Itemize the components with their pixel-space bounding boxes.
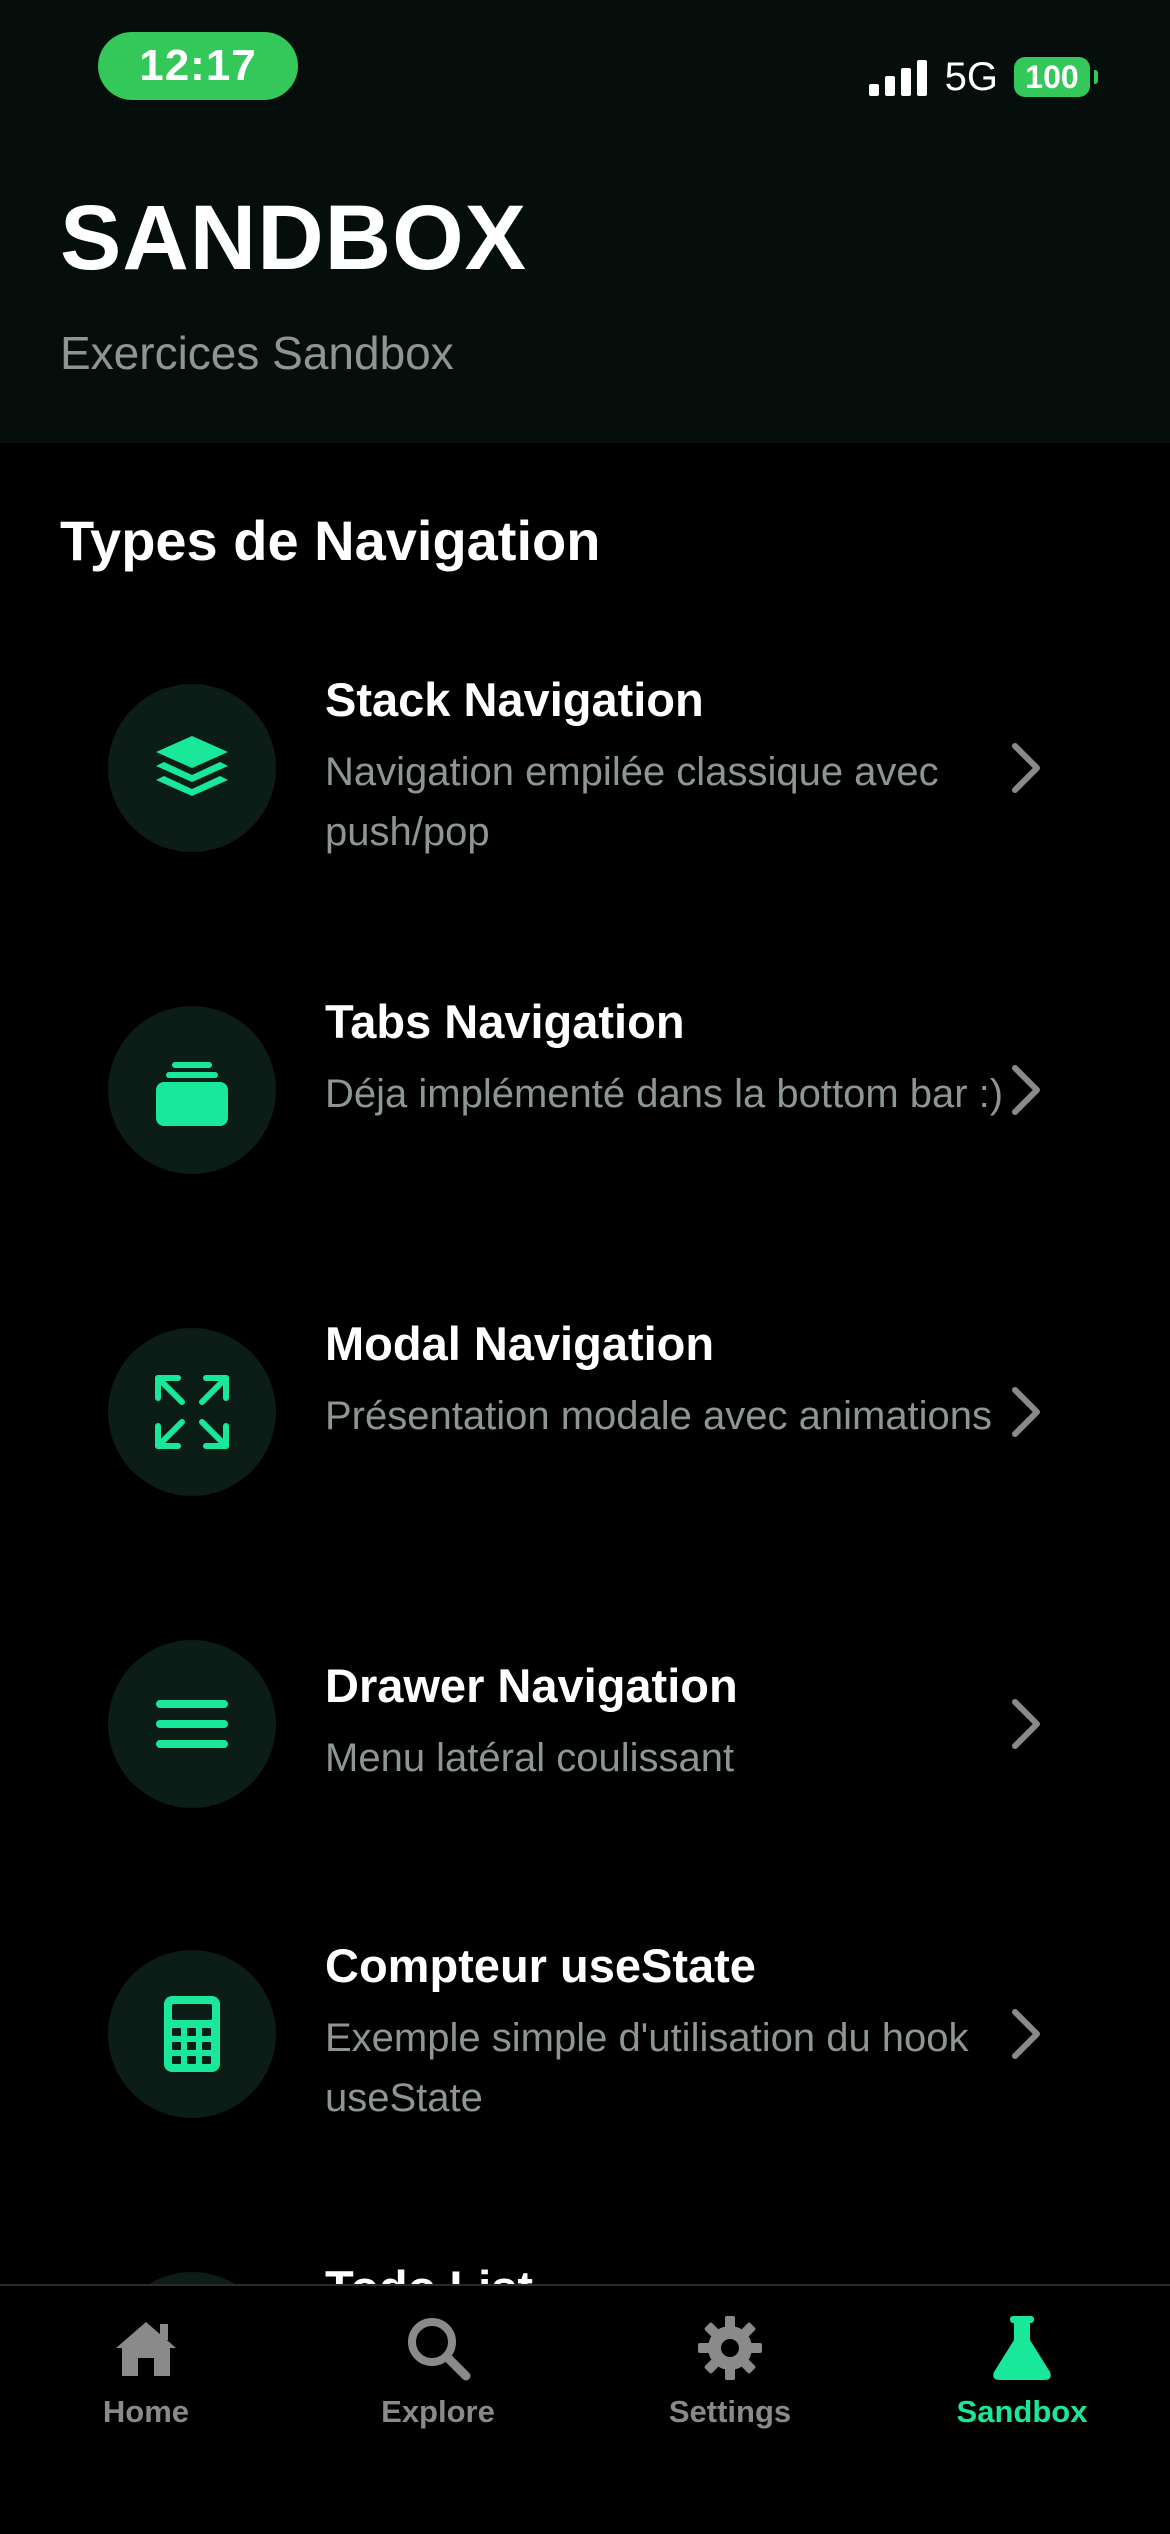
tab-sandbox[interactable]: Sandbox: [876, 2312, 1168, 2430]
layers-icon: [156, 736, 228, 796]
item-title: Drawer Navigation: [325, 1659, 738, 1712]
tab-label: Home: [102, 2394, 190, 2429]
list-item-compteur-usestate[interactable]: Compteur useState Exemple simple d'utili…: [0, 1926, 1170, 2156]
flask-icon: [993, 2316, 1051, 2380]
home-icon: [116, 2322, 176, 2376]
battery-icon: 100: [1014, 57, 1098, 97]
tab-home[interactable]: Home: [0, 2312, 292, 2430]
page-title: SANDBOX: [60, 187, 528, 289]
signal-icon: [868, 58, 927, 96]
item-description: Exemple simple d'utilisation du hook use…: [325, 2016, 969, 2120]
item-title: Todo List: [325, 2260, 533, 2284]
icon-circle: [108, 2272, 276, 2284]
list-item-tabs-navigation[interactable]: Tabs Navigation Déja implémenté dans la …: [0, 982, 1170, 1212]
tab-settings[interactable]: Settings: [584, 2312, 876, 2430]
chevron-right-icon: [1012, 743, 1040, 793]
item-title: Stack Navigation: [325, 673, 704, 726]
network-type: 5G: [944, 54, 998, 99]
list-item-drawer-navigation[interactable]: Drawer Navigation Menu latéral coulissan…: [0, 1626, 1170, 1816]
chevron-right-icon: [1012, 2009, 1040, 2059]
search-icon: [408, 2318, 471, 2381]
calculator-icon: [164, 1996, 220, 2072]
chevron-right-icon: [1012, 1065, 1040, 1115]
list-item-modal-navigation[interactable]: Modal Navigation Présentation modale ave…: [0, 1304, 1170, 1534]
item-description: Menu latéral coulissant: [325, 1736, 735, 1780]
icon-circle: [108, 1006, 276, 1174]
header: 12:17 5G 100 SANDBOX Exercices Sandbox: [0, 0, 1170, 443]
icon-circle: [108, 1640, 276, 1808]
item-description: Présentation modale avec animations: [325, 1394, 993, 1438]
gear-icon: [698, 2316, 762, 2380]
menu-icon: [156, 1700, 228, 1748]
tab-label: Sandbox: [956, 2394, 1088, 2429]
status-time: 12:17: [98, 32, 298, 100]
section-title: Types de Navigation: [60, 509, 601, 572]
tab-bar: Home Explore Settings Sandbox: [0, 2284, 1170, 2534]
item-description: Déja implémenté dans la bottom bar :): [325, 1072, 1004, 1116]
icon-circle: [108, 1328, 276, 1496]
item-title: Tabs Navigation: [325, 995, 685, 1048]
tabs-icon: [156, 1062, 228, 1126]
page-subtitle: Exercices Sandbox: [60, 327, 454, 379]
list-item-todo-list[interactable]: Todo List: [0, 2248, 1170, 2284]
icon-circle: [108, 684, 276, 852]
tab-label: Settings: [668, 2394, 792, 2429]
chevron-right-icon: [1012, 1387, 1040, 1437]
item-title: Compteur useState: [325, 1939, 756, 1992]
battery-level: 100: [1025, 58, 1079, 95]
status-indicators: 5G 100: [868, 52, 1098, 102]
tab-label: Explore: [381, 2394, 495, 2429]
list-item-stack-navigation[interactable]: Stack Navigation Navigation empilée clas…: [0, 660, 1170, 890]
item-title: Modal Navigation: [325, 1317, 715, 1370]
icon-circle: [108, 1950, 276, 2118]
item-description: Navigation empilée classique avec push/p…: [325, 750, 939, 854]
chevron-right-icon: [1012, 1699, 1040, 1749]
tab-explore[interactable]: Explore: [292, 2312, 584, 2430]
expand-icon: [155, 1375, 229, 1449]
